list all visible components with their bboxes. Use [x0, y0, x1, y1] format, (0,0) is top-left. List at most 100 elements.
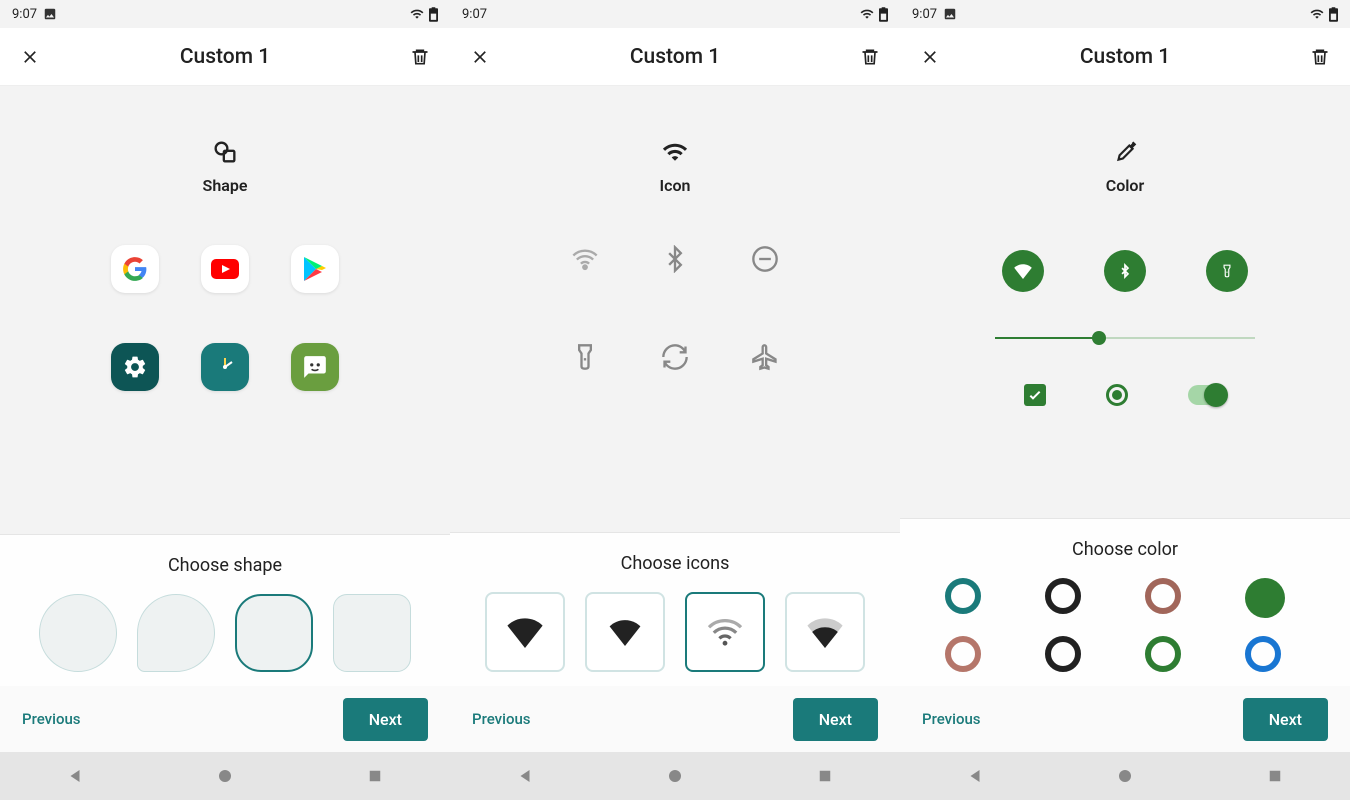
page-title: Custom 1 — [942, 45, 1308, 69]
youtube-icon — [201, 245, 249, 293]
status-bar: 9:07 — [450, 0, 900, 28]
battery-status-icon — [1329, 7, 1338, 22]
recent-nav-icon[interactable] — [816, 767, 834, 785]
recent-nav-icon[interactable] — [366, 767, 384, 785]
image-icon — [943, 7, 957, 21]
back-nav-icon[interactable] — [966, 767, 984, 785]
sync-icon — [661, 343, 689, 371]
previous-button[interactable]: Previous — [472, 710, 531, 728]
color-option-salmon[interactable] — [945, 636, 981, 672]
eyedropper-icon — [1109, 136, 1141, 168]
shape-option-teardrop[interactable] — [137, 594, 215, 672]
color-option-black[interactable] — [1045, 578, 1081, 614]
color-option-green[interactable] — [1145, 636, 1181, 672]
bluetooth-icon — [661, 245, 689, 273]
section-title: Shape — [203, 176, 248, 195]
next-button[interactable]: Next — [793, 698, 878, 741]
next-button[interactable]: Next — [1243, 698, 1328, 741]
shape-option-squircle[interactable] — [235, 594, 313, 672]
status-bar: 9:07 — [0, 0, 450, 28]
messages-icon — [291, 343, 339, 391]
color-option-teal[interactable] — [945, 578, 981, 614]
shape-option-circle[interactable] — [39, 594, 117, 672]
delete-button[interactable] — [1308, 45, 1332, 69]
section-title: Color — [1106, 176, 1144, 195]
header: Custom 1 — [450, 28, 900, 86]
toggle[interactable] — [1188, 385, 1226, 405]
chooser-title: Choose shape — [168, 555, 282, 576]
close-button[interactable] — [918, 45, 942, 69]
shape-section-icon — [209, 136, 241, 168]
home-nav-icon[interactable] — [666, 767, 684, 785]
chooser-title: Choose icons — [621, 553, 730, 574]
chooser-color: Choose color — [900, 518, 1350, 686]
preview-area-icon: Icon — [450, 86, 900, 532]
battery-status-icon — [429, 7, 438, 22]
header: Custom 1 — [0, 28, 450, 86]
clock-icon — [201, 343, 249, 391]
wifi-tile-icon — [1002, 250, 1044, 292]
delete-button[interactable] — [858, 45, 882, 69]
delete-button[interactable] — [408, 45, 432, 69]
wifi-status-icon — [409, 7, 425, 21]
next-button[interactable]: Next — [343, 698, 428, 741]
settings-icon — [111, 343, 159, 391]
airplane-icon — [751, 343, 779, 371]
image-icon — [43, 7, 57, 21]
preview-area-shape: Shape — [0, 86, 450, 534]
shape-option-rounded[interactable] — [333, 594, 411, 672]
preview-area-color: Color — [900, 86, 1350, 518]
previous-button[interactable]: Previous — [22, 710, 81, 728]
play-icon — [291, 245, 339, 293]
status-time: 9:07 — [462, 7, 487, 22]
color-option-black2[interactable] — [1045, 636, 1081, 672]
footer: Previous Next — [0, 686, 450, 752]
panel-shape: 9:07 Custom 1 Shape Choose sh — [0, 0, 450, 800]
flashlight-icon — [571, 343, 599, 371]
color-option-brown[interactable] — [1145, 578, 1181, 614]
section-title: Icon — [660, 176, 691, 195]
wifi-status-icon — [1309, 7, 1325, 21]
dnd-icon — [751, 245, 779, 273]
wifi-icon — [571, 245, 599, 273]
slider-thumb[interactable] — [1092, 331, 1106, 345]
icon-option-3[interactable] — [685, 592, 765, 672]
icon-option-4[interactable] — [785, 592, 865, 672]
chooser-shape: Choose shape — [0, 534, 450, 686]
icon-option-1[interactable] — [485, 592, 565, 672]
recent-nav-icon[interactable] — [1266, 767, 1284, 785]
home-nav-icon[interactable] — [1116, 767, 1134, 785]
status-time: 9:07 — [12, 7, 37, 22]
footer: Previous Next — [450, 686, 900, 752]
panel-color: 9:07 Custom 1 Color — [900, 0, 1350, 800]
icon-option-2[interactable] — [585, 592, 665, 672]
close-button[interactable] — [18, 45, 42, 69]
page-title: Custom 1 — [42, 45, 408, 69]
previous-button[interactable]: Previous — [922, 710, 981, 728]
wifi-status-icon — [859, 7, 875, 21]
wifi-section-icon — [659, 136, 691, 168]
footer: Previous Next — [900, 686, 1350, 752]
chooser-icon: Choose icons — [450, 532, 900, 686]
slider[interactable] — [995, 337, 1255, 339]
status-bar: 9:07 — [900, 0, 1350, 28]
status-time: 9:07 — [912, 7, 937, 22]
back-nav-icon[interactable] — [516, 767, 534, 785]
battery-status-icon — [879, 7, 888, 22]
nav-bar — [0, 752, 450, 800]
radio[interactable] — [1106, 384, 1128, 406]
back-nav-icon[interactable] — [66, 767, 84, 785]
color-option-blue[interactable] — [1245, 636, 1281, 672]
bluetooth-tile-icon — [1104, 250, 1146, 292]
nav-bar — [450, 752, 900, 800]
flashlight-tile-icon — [1206, 250, 1248, 292]
page-title: Custom 1 — [492, 45, 858, 69]
home-nav-icon[interactable] — [216, 767, 234, 785]
chooser-title: Choose color — [1072, 539, 1178, 560]
google-icon — [111, 245, 159, 293]
header: Custom 1 — [900, 28, 1350, 86]
color-option-green-selected[interactable] — [1245, 578, 1285, 618]
close-button[interactable] — [468, 45, 492, 69]
panel-icon: 9:07 Custom 1 Icon Choose icons — [450, 0, 900, 800]
checkbox[interactable] — [1024, 384, 1046, 406]
